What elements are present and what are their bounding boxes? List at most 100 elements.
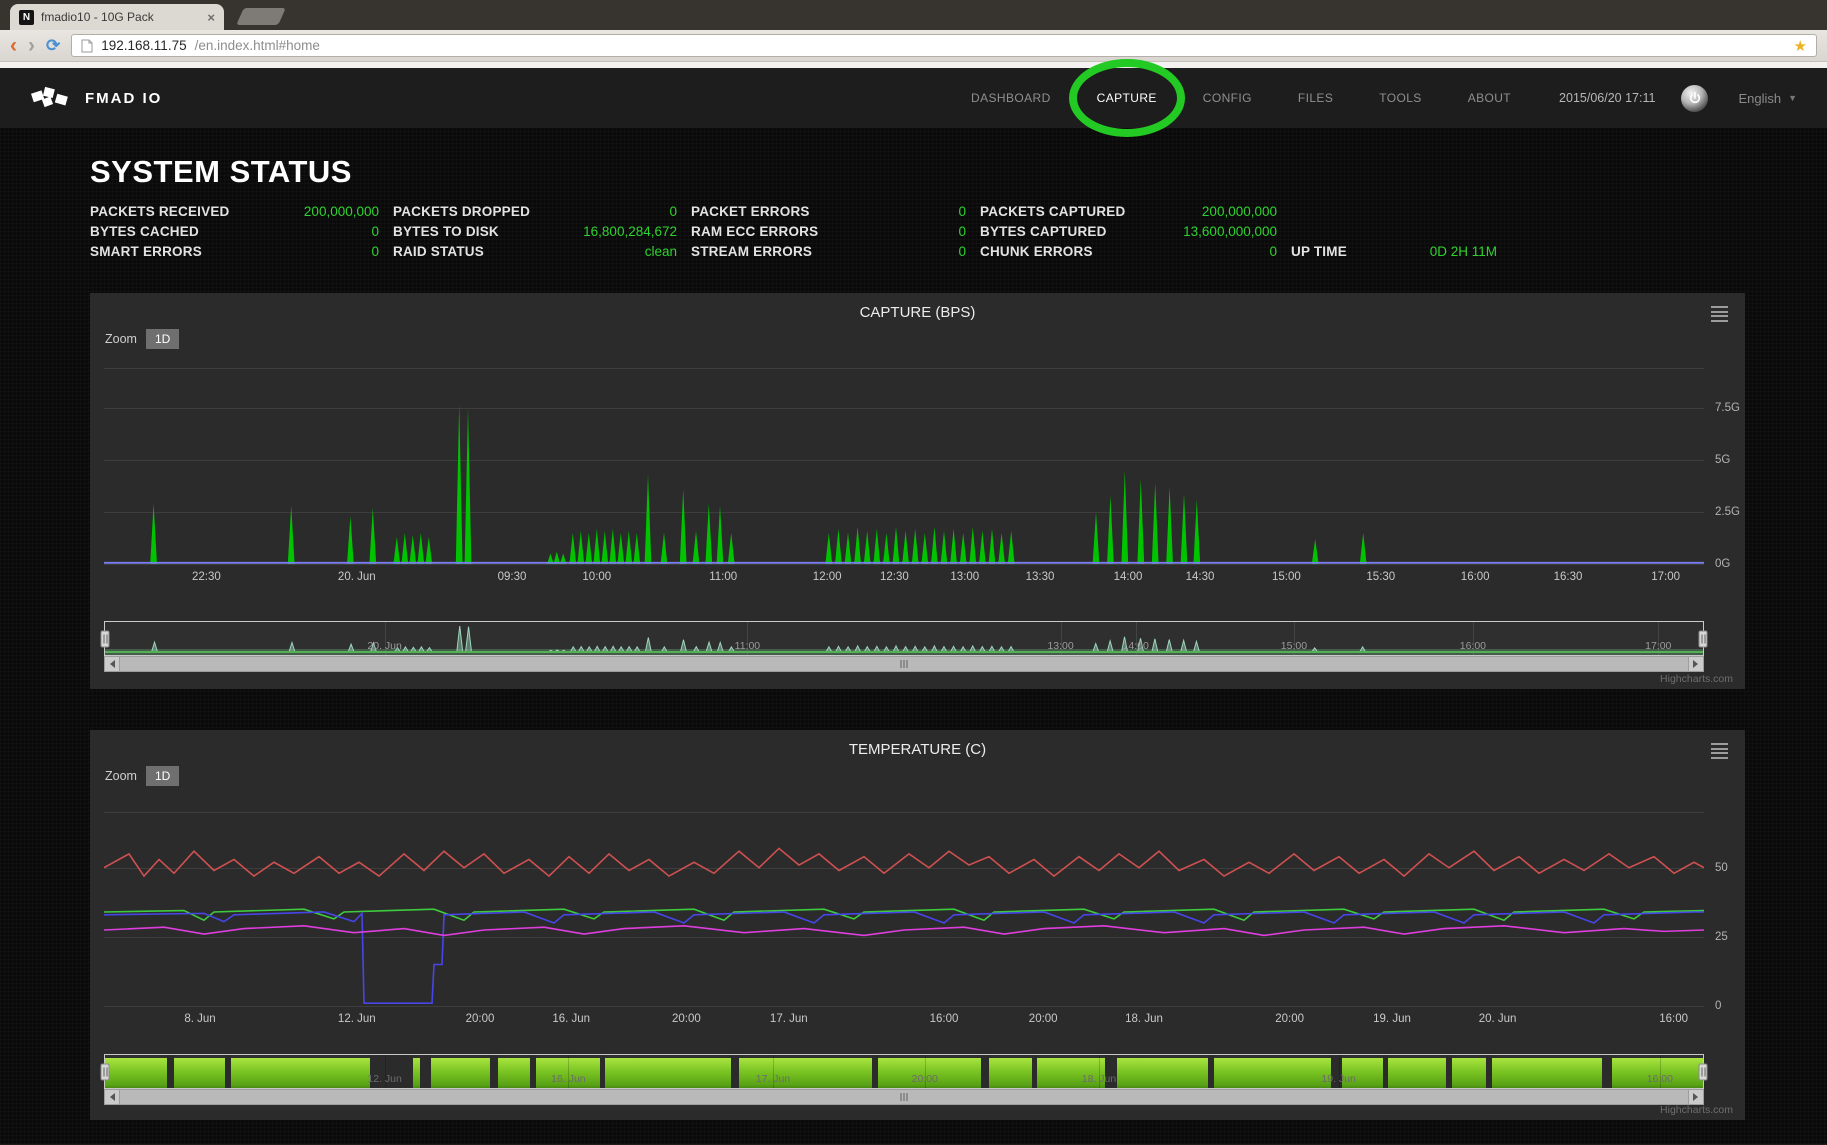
url-bar[interactable]: 192.168.11.75/en.index.html#home ★ — [71, 34, 1817, 57]
x-axis-label: 20:00 — [1275, 1013, 1304, 1025]
stat-value: 16,800,284,672 — [583, 224, 677, 239]
nav-item-capture[interactable]: CAPTURE — [1097, 91, 1157, 105]
page-icon — [81, 39, 93, 53]
chart-menu-icon[interactable] — [1711, 306, 1728, 322]
annotation-green-circle-icon — [1069, 59, 1185, 137]
navigator-x-label: 18. Jun — [1082, 1073, 1116, 1085]
navigator-x-label: 13:00 — [1047, 640, 1073, 652]
new-tab-button[interactable] — [236, 8, 286, 25]
power-icon — [1688, 91, 1702, 105]
highcharts-credits[interactable]: Highcharts.com — [1660, 673, 1733, 685]
scrollbar-left-arrow[interactable] — [104, 1089, 120, 1105]
navigator-gap — [420, 1055, 431, 1088]
navigator-gap — [1446, 1055, 1452, 1088]
y-axis-label: 0G — [1715, 558, 1730, 570]
chart-menu-icon[interactable] — [1711, 743, 1728, 759]
fmadio-logo-text: FMAD IO — [85, 90, 162, 107]
temperature-navigator[interactable]: 12. Jun16. Jun17. Jun20:0018. Jun19. Jun… — [104, 1054, 1704, 1089]
x-axis-label: 16:00 — [1461, 571, 1490, 583]
bookmark-star-icon[interactable]: ★ — [1794, 37, 1807, 55]
nav-item-files[interactable]: FILES — [1298, 91, 1333, 105]
browser-tabstrip: N fmadio10 - 10G Pack × — [0, 0, 1827, 30]
x-axis-label: 17. Jun — [770, 1013, 808, 1025]
capture-chart-title: CAPTURE (BPS) — [90, 293, 1745, 321]
navigator-handle-left[interactable] — [101, 1063, 110, 1080]
gridline — [104, 1006, 1704, 1007]
x-axis-label: 14:00 — [1114, 571, 1143, 583]
capture-scrollbar[interactable] — [104, 656, 1704, 672]
stat-raid-status: RAID STATUSclean — [393, 244, 677, 259]
capture-plot-area[interactable]: 7.5G5G2.5G0G — [104, 368, 1704, 564]
temperature-plot-area[interactable]: 50250 — [104, 812, 1704, 1006]
datetime-label: 2015/06/20 17:11 — [1559, 91, 1655, 105]
system-stats: PACKETS RECEIVED200,000,000PACKETS DROPP… — [90, 204, 1827, 259]
highcharts-credits[interactable]: Highcharts.com — [1660, 1104, 1733, 1116]
scrollbar-right-arrow[interactable] — [1688, 1089, 1704, 1105]
nav-item-tools[interactable]: TOOLS — [1379, 91, 1421, 105]
navigator-x-label: 19. Jun — [1321, 1073, 1355, 1085]
temperature-series-svg — [104, 813, 1704, 1006]
temperature-x-axis: 8. Jun12. Jun20:0016. Jun20:0017. Jun16:… — [104, 1013, 1704, 1029]
nav-menu: DASHBOARD CAPTURE CONFIG FILES TOOLS ABOUT — [971, 91, 1511, 105]
x-axis-label: 18. Jun — [1125, 1013, 1163, 1025]
language-selector[interactable]: English ▼ — [1738, 91, 1797, 106]
reload-button[interactable]: ⟳ — [46, 36, 60, 56]
nav-item-config[interactable]: CONFIG — [1203, 91, 1252, 105]
capture-chart-panel: CAPTURE (BPS) Zoom 1D 7.5G5G2.5G0G 22:30… — [90, 293, 1745, 689]
stat-smart-errors: SMART ERRORS0 — [90, 244, 379, 259]
scrollbar-right-arrow[interactable] — [1688, 656, 1704, 672]
forward-button[interactable]: › — [28, 35, 35, 56]
stat-packets-captured: PACKETS CAPTURED200,000,000 — [980, 204, 1277, 219]
navigator-gap — [490, 1055, 498, 1088]
scrollbar-left-arrow[interactable] — [104, 656, 120, 672]
navigator-handle-right[interactable] — [1699, 1063, 1708, 1080]
zoom-1d-button[interactable]: 1D — [146, 329, 179, 349]
url-path: /en.index.html#home — [195, 38, 320, 53]
temperature-scrollbar[interactable] — [104, 1089, 1704, 1105]
fmadio-logo[interactable]: FMAD IO — [30, 86, 162, 110]
stat-value: 0 — [958, 224, 966, 239]
stat-chunk-errors: CHUNK ERRORS0 — [980, 244, 1277, 259]
navigator-x-label: 16. Jun — [551, 1073, 585, 1085]
stat-bytes-cached: BYTES CACHED0 — [90, 224, 379, 239]
nav-item-about[interactable]: ABOUT — [1468, 91, 1511, 105]
x-axis-label: 15:00 — [1272, 571, 1301, 583]
scrollbar-track[interactable] — [120, 1089, 1688, 1105]
navigator-x-label: 12. Jun — [367, 1073, 401, 1085]
stat-up-time: UP TIME0D 2H 11M — [1291, 244, 1497, 259]
stat-label: UP TIME — [1291, 244, 1347, 259]
stat-packet-errors: PACKET ERRORS0 — [691, 204, 966, 219]
stat-value: 200,000,000 — [304, 204, 379, 219]
navigator-handle-left[interactable] — [101, 630, 110, 647]
stat-value: 0 — [669, 204, 677, 219]
x-axis-label: 16:00 — [1659, 1013, 1688, 1025]
power-button[interactable] — [1681, 85, 1708, 112]
navigator-x-label: 17. Jun — [756, 1073, 790, 1085]
site-body: FMAD IO DASHBOARD CAPTURE CONFIG FILES TOOLS… — [0, 68, 1827, 1144]
y-axis-label: 25 — [1715, 931, 1728, 943]
stat-value: 0 — [1269, 244, 1277, 259]
nav-item-dashboard[interactable]: DASHBOARD — [971, 91, 1051, 105]
scrollbar-track[interactable] — [120, 656, 1688, 672]
stat-value: 200,000,000 — [1202, 204, 1277, 219]
stat-label: SMART ERRORS — [90, 244, 202, 259]
capture-x-axis: 22:3020. Jun09:3010:0011:0012:0012:3013:… — [104, 571, 1704, 587]
temperature-chart-title: TEMPERATURE (C) — [90, 730, 1745, 758]
tab-close-icon[interactable]: × — [207, 10, 215, 25]
capture-navigator[interactable]: 20. Jun11:0013:0014:0015:0016:0017:00 — [104, 621, 1704, 656]
navigator-x-label: 11:00 — [735, 640, 761, 652]
scrollbar-grip-icon[interactable] — [901, 1093, 908, 1101]
navigator-area-fill — [105, 1058, 1703, 1088]
browser-toolbar: ‹ › ⟳ 192.168.11.75/en.index.html#home ★ — [0, 30, 1827, 62]
stat-value: 13,600,000,000 — [1183, 224, 1277, 239]
zoom-1d-button[interactable]: 1D — [146, 766, 179, 786]
back-button[interactable]: ‹ — [10, 35, 17, 56]
stat-label: STREAM ERRORS — [691, 244, 812, 259]
x-axis-label: 12. Jun — [338, 1013, 376, 1025]
x-axis-label: 12:30 — [880, 571, 909, 583]
navigator-handle-right[interactable] — [1699, 630, 1708, 647]
zoom-label: Zoom — [105, 769, 137, 783]
browser-tab[interactable]: N fmadio10 - 10G Pack × — [10, 4, 224, 30]
x-axis-label: 20:00 — [672, 1013, 701, 1025]
scrollbar-grip-icon[interactable] — [901, 660, 908, 668]
